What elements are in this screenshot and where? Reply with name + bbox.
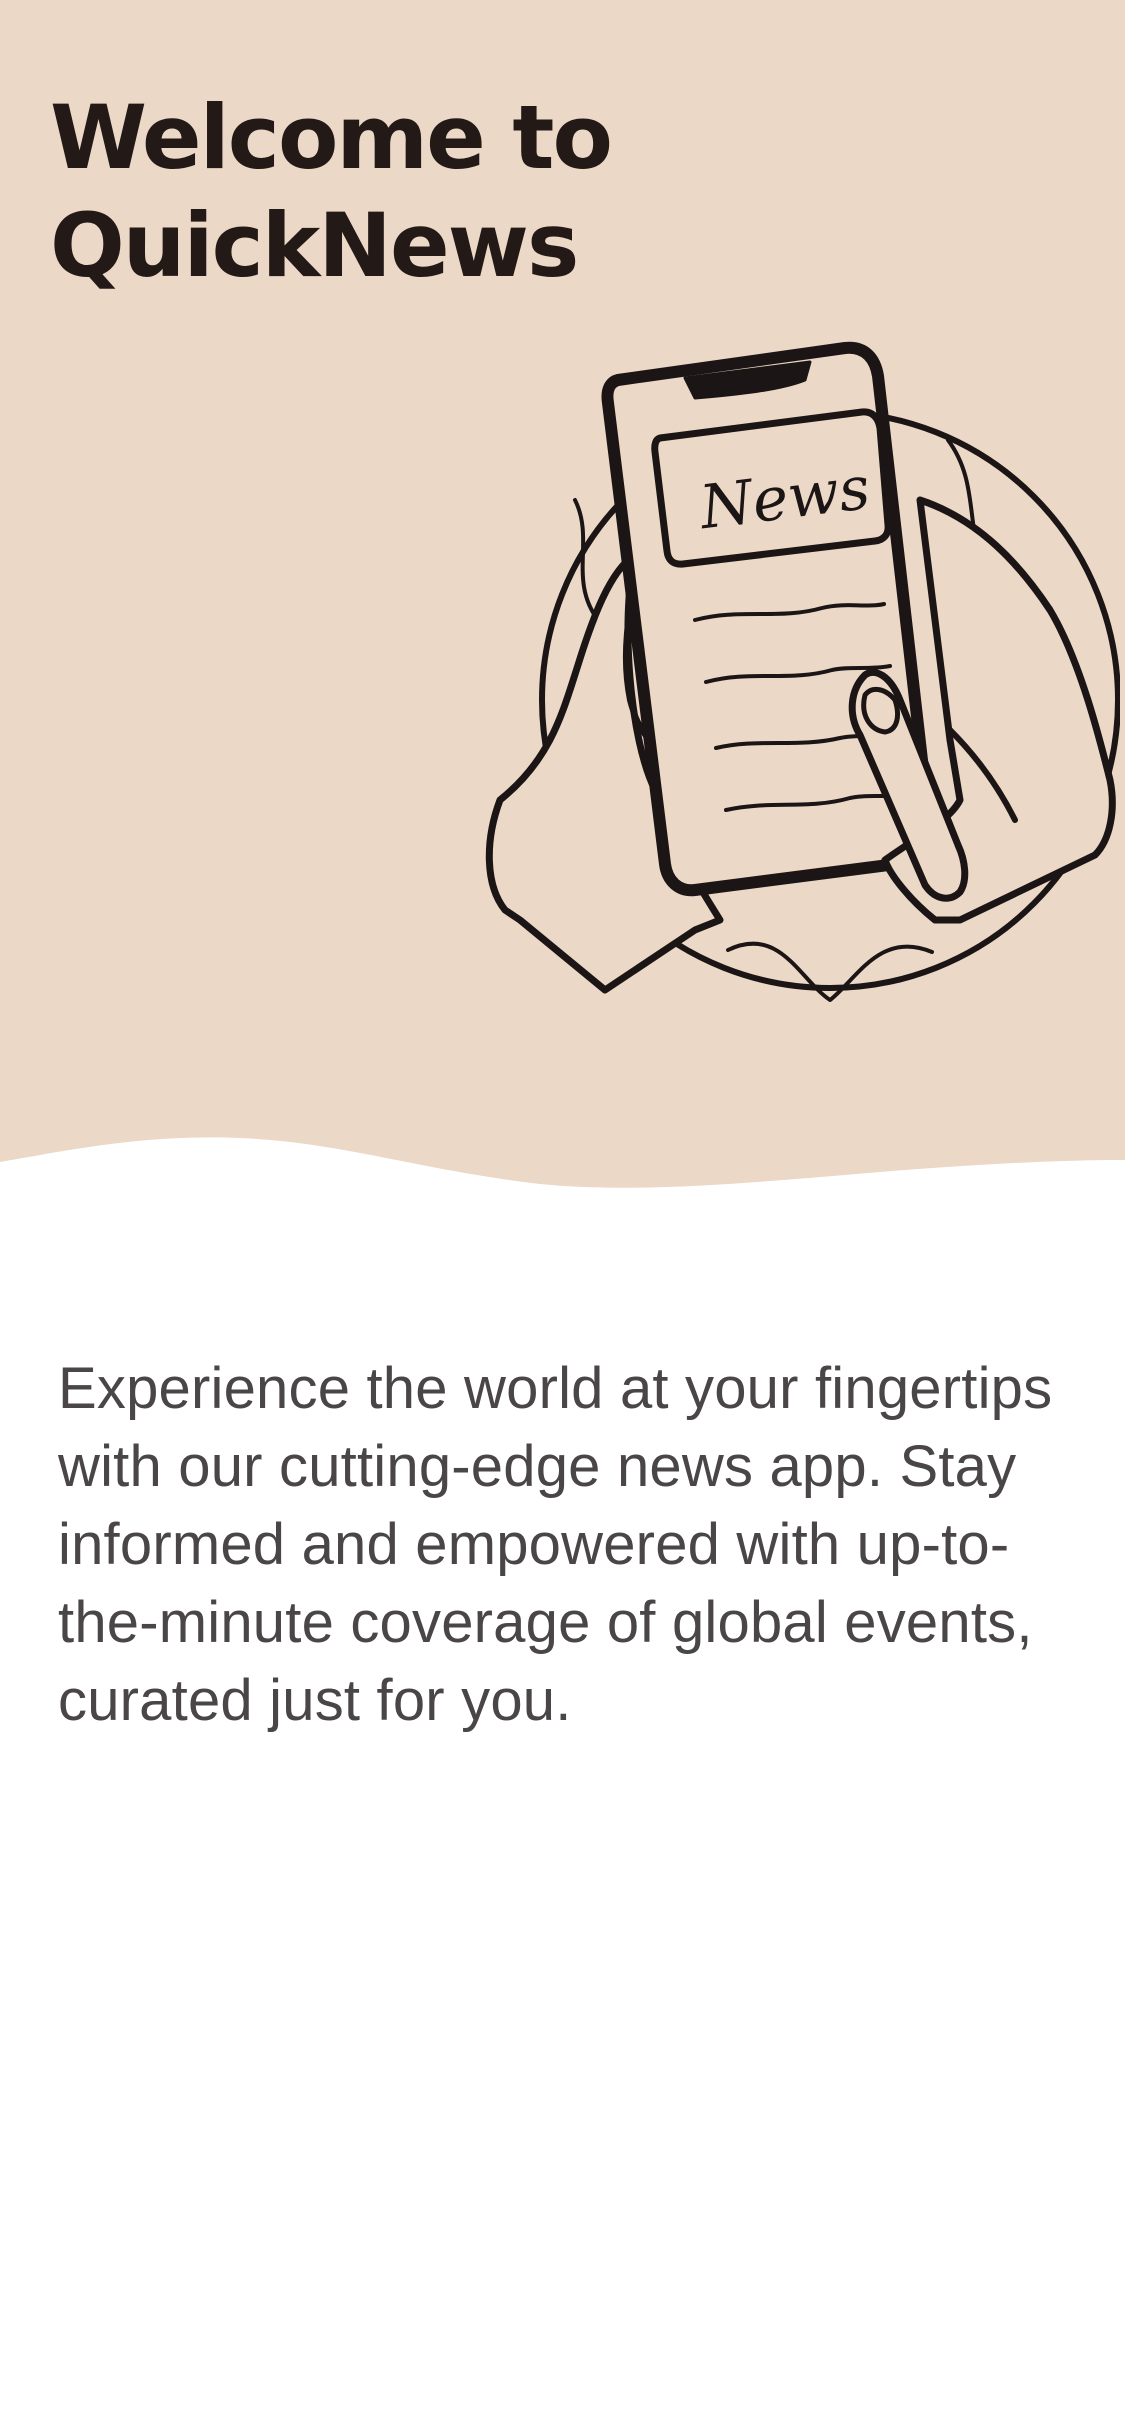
page-title: Welcome to QuickNews (50, 84, 690, 300)
onboarding-screen: Welcome to QuickNews News Experience the… (0, 0, 1125, 2436)
title-line-2: QuickNews (50, 194, 579, 297)
hands-holding-phone-illustration: News (485, 341, 1120, 1002)
intro-description: Experience the world at your fingertips … (58, 1356, 1053, 1733)
phone: News (601, 341, 937, 897)
hero-section: Welcome to QuickNews News (0, 0, 1125, 1200)
wave-divider (0, 1137, 1125, 1240)
globe-bottom (726, 941, 934, 1002)
title-line-1: Welcome to (50, 86, 613, 189)
